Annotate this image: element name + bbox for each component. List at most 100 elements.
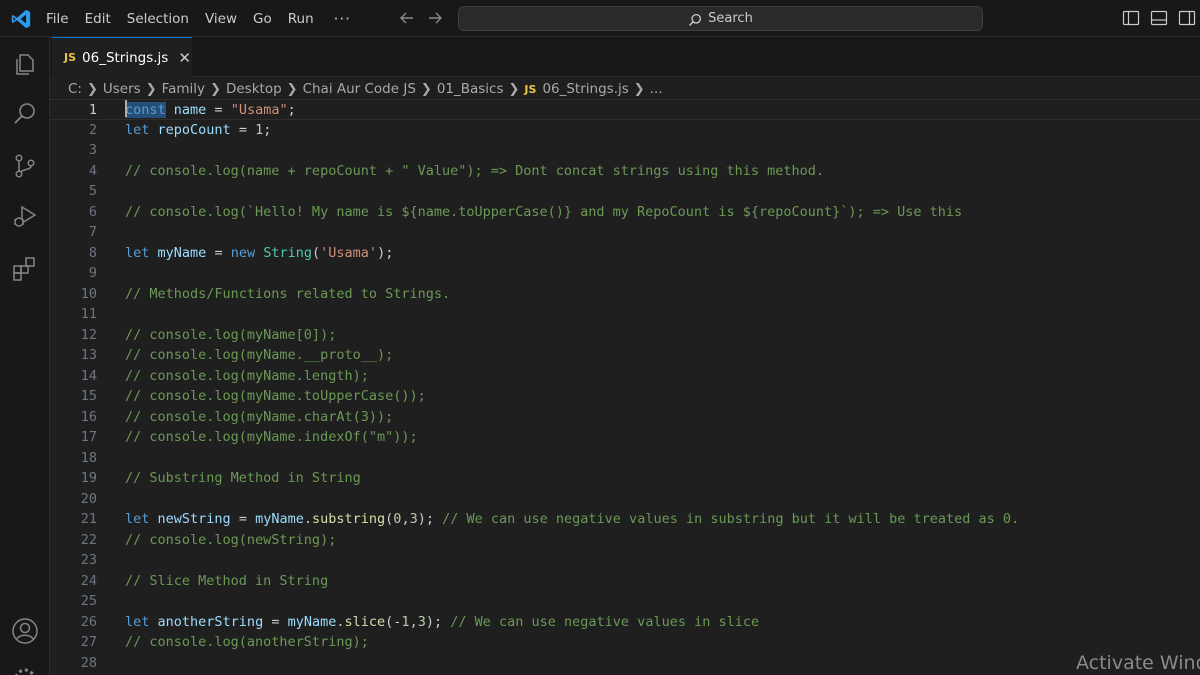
account-icon[interactable]: [11, 617, 39, 645]
code-token: // console.log(myName[0]);: [125, 326, 337, 343]
title-bar: File Edit Selection View Go Run ··· Sear…: [0, 0, 1200, 37]
code-line[interactable]: 25: [50, 591, 1200, 612]
code-token: String: [263, 244, 313, 261]
tab-06-strings-js[interactable]: JS 06_Strings.js ✕: [52, 37, 192, 77]
menu-go[interactable]: Go: [253, 11, 272, 27]
arrow-right-icon[interactable]: [425, 8, 445, 28]
breadcrumb-item[interactable]: Family: [162, 81, 205, 97]
menu-more[interactable]: ···: [334, 10, 351, 28]
code-token: anotherString: [157, 613, 264, 630]
code-line[interactable]: 21 let newString = myName.substring(0,3);…: [50, 509, 1200, 530]
breadcrumb-item[interactable]: 01_Basics: [437, 81, 504, 97]
chevron-right-icon: ❯: [286, 81, 298, 97]
code-token: // console.log(myName.__proto__);: [125, 347, 394, 363]
breadcrumb-item[interactable]: C:: [68, 81, 82, 97]
code-token: substring: [312, 511, 386, 527]
code-line[interactable]: 23: [50, 550, 1200, 571]
code-line[interactable]: 17 // console.log(myName.indexOf("m"));: [50, 427, 1200, 448]
code-token: );: [425, 613, 443, 630]
code-token: // console.log(myName.toUpperCase());: [125, 388, 426, 404]
code-line[interactable]: 14 // console.log(myName.length);: [50, 366, 1200, 387]
line-number: 8: [88, 244, 97, 261]
code-line[interactable]: 12 // console.log(myName[0]);: [50, 325, 1200, 346]
arrow-left-icon[interactable]: [397, 8, 417, 28]
menu-view[interactable]: View: [205, 11, 237, 27]
code-line[interactable]: 9: [50, 263, 1200, 284]
code-text: // console.log(anotherString);: [125, 632, 369, 653]
code-line[interactable]: 7: [50, 222, 1200, 243]
code-line[interactable]: 16 // console.log(myName.charAt(3));: [50, 407, 1200, 428]
code-token: .: [336, 613, 345, 630]
code-token: (: [312, 244, 321, 261]
code-token: new: [230, 244, 256, 261]
code-line[interactable]: 15 // console.log(myName.toUpperCase());: [50, 386, 1200, 407]
menu-edit[interactable]: Edit: [85, 11, 111, 27]
code-line[interactable]: 19 // Substring Method in String: [50, 468, 1200, 489]
code-token: slice: [344, 613, 386, 630]
line-number: 12: [80, 326, 97, 343]
code-line[interactable]: 13 // console.log(myName.__proto__);: [50, 345, 1200, 366]
line-number: 15: [80, 388, 97, 404]
code-token: // console.log(myName.length);: [125, 367, 369, 384]
code-line[interactable]: 3: [50, 140, 1200, 161]
text-cursor: [125, 100, 127, 117]
breadcrumb-item[interactable]: Desktop: [226, 81, 282, 97]
breadcrumb-item[interactable]: Users: [103, 81, 141, 97]
breadcrumb: C: ❯ Users ❯ Family ❯ Desktop ❯ Chai Aur…: [68, 78, 663, 100]
code-token: // Slice Method in String: [125, 572, 329, 589]
code-line[interactable]: 11: [50, 304, 1200, 325]
code-token: (-: [385, 613, 402, 630]
explorer-icon[interactable]: [11, 50, 39, 78]
vscode-logo-icon[interactable]: [10, 8, 32, 30]
menu-selection[interactable]: Selection: [127, 11, 189, 27]
toggle-panel-icon[interactable]: [1150, 9, 1168, 27]
menu-run[interactable]: Run: [288, 11, 314, 27]
code-token: let: [125, 121, 150, 138]
code-token: // console.log(myName.charAt(3));: [125, 408, 394, 425]
close-icon[interactable]: ✕: [178, 49, 191, 67]
breadcrumb-file[interactable]: 06_Strings.js: [542, 81, 628, 97]
code-text: let repoCount = 1;: [125, 120, 271, 141]
line-number: 25: [80, 593, 97, 609]
code-line[interactable]: 2 let repoCount = 1;: [50, 120, 1200, 141]
code-text: // console.log(myName[0]);: [125, 325, 336, 346]
code-line[interactable]: 8 let myName = new String('Usama');: [50, 243, 1200, 264]
code-token: ,: [401, 511, 410, 527]
code-line[interactable]: 28: [50, 653, 1200, 674]
search-icon[interactable]: [11, 100, 39, 128]
run-debug-icon[interactable]: [11, 202, 39, 230]
code-line[interactable]: 5: [50, 181, 1200, 202]
code-editor[interactable]: 1 const name = "Usama"; 2 let repoCount = 1…: [50, 99, 1200, 675]
breadcrumb-symbols[interactable]: ...: [650, 81, 663, 97]
code-text: let newString = myName.substring(0,3); /…: [125, 509, 1019, 530]
toggle-primary-sidebar-icon[interactable]: [1122, 9, 1140, 27]
source-control-icon[interactable]: [11, 152, 39, 180]
code-line[interactable]: 22 // console.log(newString);: [50, 530, 1200, 551]
menu-file[interactable]: File: [46, 11, 69, 27]
line-number: 20: [80, 490, 97, 507]
code-line[interactable]: 6 // console.log(`Hello! My name is ${nam…: [50, 202, 1200, 223]
menu-bar: File Edit Selection View Go Run ···: [46, 0, 367, 37]
code-token: );: [417, 511, 434, 527]
code-line[interactable]: 1 const name = "Usama";: [50, 99, 1200, 120]
code-line[interactable]: 27 // console.log(anotherString);: [50, 632, 1200, 653]
code-line[interactable]: 26 let anotherString = myName.slice(-1,3)…: [50, 612, 1200, 633]
code-line[interactable]: 24 // Slice Method in String: [50, 571, 1200, 592]
code-line[interactable]: 10 // Methods/Functions related to String…: [50, 284, 1200, 305]
extensions-icon[interactable]: [11, 255, 39, 283]
code-text: // console.log(myName.__proto__);: [125, 345, 393, 366]
manage-gear-icon[interactable]: [11, 665, 39, 675]
toggle-secondary-sidebar-icon[interactable]: [1178, 9, 1196, 27]
search-label: Search: [708, 11, 753, 26]
breadcrumb-item[interactable]: Chai Aur Code JS: [303, 81, 416, 97]
code-line[interactable]: 4 // console.log(name + repoCount + " Val…: [50, 161, 1200, 182]
chevron-right-icon: ❯: [633, 81, 645, 97]
code-line[interactable]: 18: [50, 448, 1200, 469]
code-token: // console.log(myName.indexOf("m"));: [125, 429, 418, 445]
code-line[interactable]: 20: [50, 489, 1200, 510]
command-center-search[interactable]: Search: [458, 6, 983, 31]
code-token: // Methods/Functions related to Strings.: [125, 285, 451, 302]
